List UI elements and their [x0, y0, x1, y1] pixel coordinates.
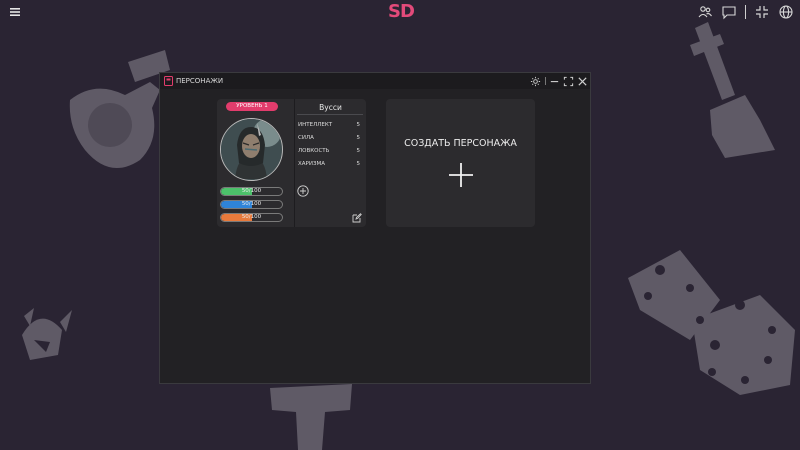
stat-label: ЛОВКОСТЬ	[298, 148, 330, 154]
window-controls	[527, 75, 588, 87]
top-bar: SD	[0, 0, 800, 24]
users-icon[interactable]	[697, 4, 713, 20]
stamina-bar: 50/100	[220, 213, 283, 222]
close-icon[interactable]	[577, 76, 588, 87]
menu-icon[interactable]	[8, 5, 22, 19]
top-separator	[745, 5, 746, 19]
mana-bar-text: 50/100	[241, 201, 262, 207]
edit-icon[interactable]	[352, 213, 362, 223]
stat-value: 5	[356, 161, 361, 167]
potion-decoration	[69, 50, 170, 168]
character-avatar	[220, 118, 283, 181]
stat-label: ХАРИЗМА	[298, 161, 325, 167]
stat-row-agility: ЛОВКОСТЬ 5	[298, 146, 362, 156]
stat-row-charisma: ХАРИЗМА 5	[298, 159, 362, 169]
stat-row-strength: СИЛА 5	[298, 133, 362, 143]
stat-row-intellect: ИНТЕЛЛЕКТ 5	[298, 120, 362, 130]
stat-label: СИЛА	[298, 135, 314, 141]
window-title: ПЕРСОНАЖИ	[176, 77, 224, 85]
stamina-bar-text: 50/100	[241, 214, 262, 220]
create-character-label: СОЗДАТЬ ПЕРСОНАЖА	[404, 138, 517, 149]
logo: SD	[388, 1, 415, 22]
health-bar: 50/100	[220, 187, 283, 196]
stat-value: 5	[356, 122, 361, 128]
stat-label: ИНТЕЛЛЕКТ	[298, 122, 333, 128]
top-icons	[689, 4, 794, 20]
mana-bar: 50/100	[220, 200, 283, 209]
minimize-icon[interactable]	[549, 76, 560, 87]
characters-window: ПЕРСОНАЖИ УРОВЕНЬ 1 50/100 50/100 50/100…	[159, 72, 591, 384]
avatar-portrait	[221, 119, 281, 179]
add-stat-button[interactable]	[297, 185, 309, 197]
sword-decoration	[690, 22, 775, 158]
create-character-button[interactable]: СОЗДАТЬ ПЕРСОНАЖА	[386, 99, 535, 227]
gear-icon[interactable]	[530, 76, 541, 87]
maximize-icon[interactable]	[563, 76, 574, 87]
health-bar-text: 50/100	[241, 188, 262, 194]
dice-decoration	[628, 250, 795, 395]
character-name: Вусси	[319, 103, 342, 112]
level-badge: УРОВЕНЬ 1	[226, 102, 278, 111]
stat-value: 5	[356, 148, 361, 154]
name-underline	[297, 114, 363, 115]
stat-value: 5	[356, 135, 361, 141]
window-header[interactable]: ПЕРСОНАЖИ	[160, 73, 590, 89]
collapse-icon[interactable]	[754, 4, 770, 20]
globe-icon[interactable]	[778, 4, 794, 20]
character-card[interactable]: УРОВЕНЬ 1 50/100 50/100 50/100 Вусси ИНТ…	[217, 99, 366, 227]
page: SD ПЕРСОНАЖИ УРОВЕНЬ 1 50/100 50/100 50/…	[0, 0, 800, 450]
helmet-decoration	[22, 308, 72, 360]
window-controls-separator	[545, 77, 546, 85]
chat-icon[interactable]	[721, 4, 737, 20]
plus-icon	[449, 163, 473, 187]
card-divider	[294, 99, 295, 227]
hammer-decoration	[270, 384, 352, 450]
characters-app-icon	[164, 76, 173, 86]
